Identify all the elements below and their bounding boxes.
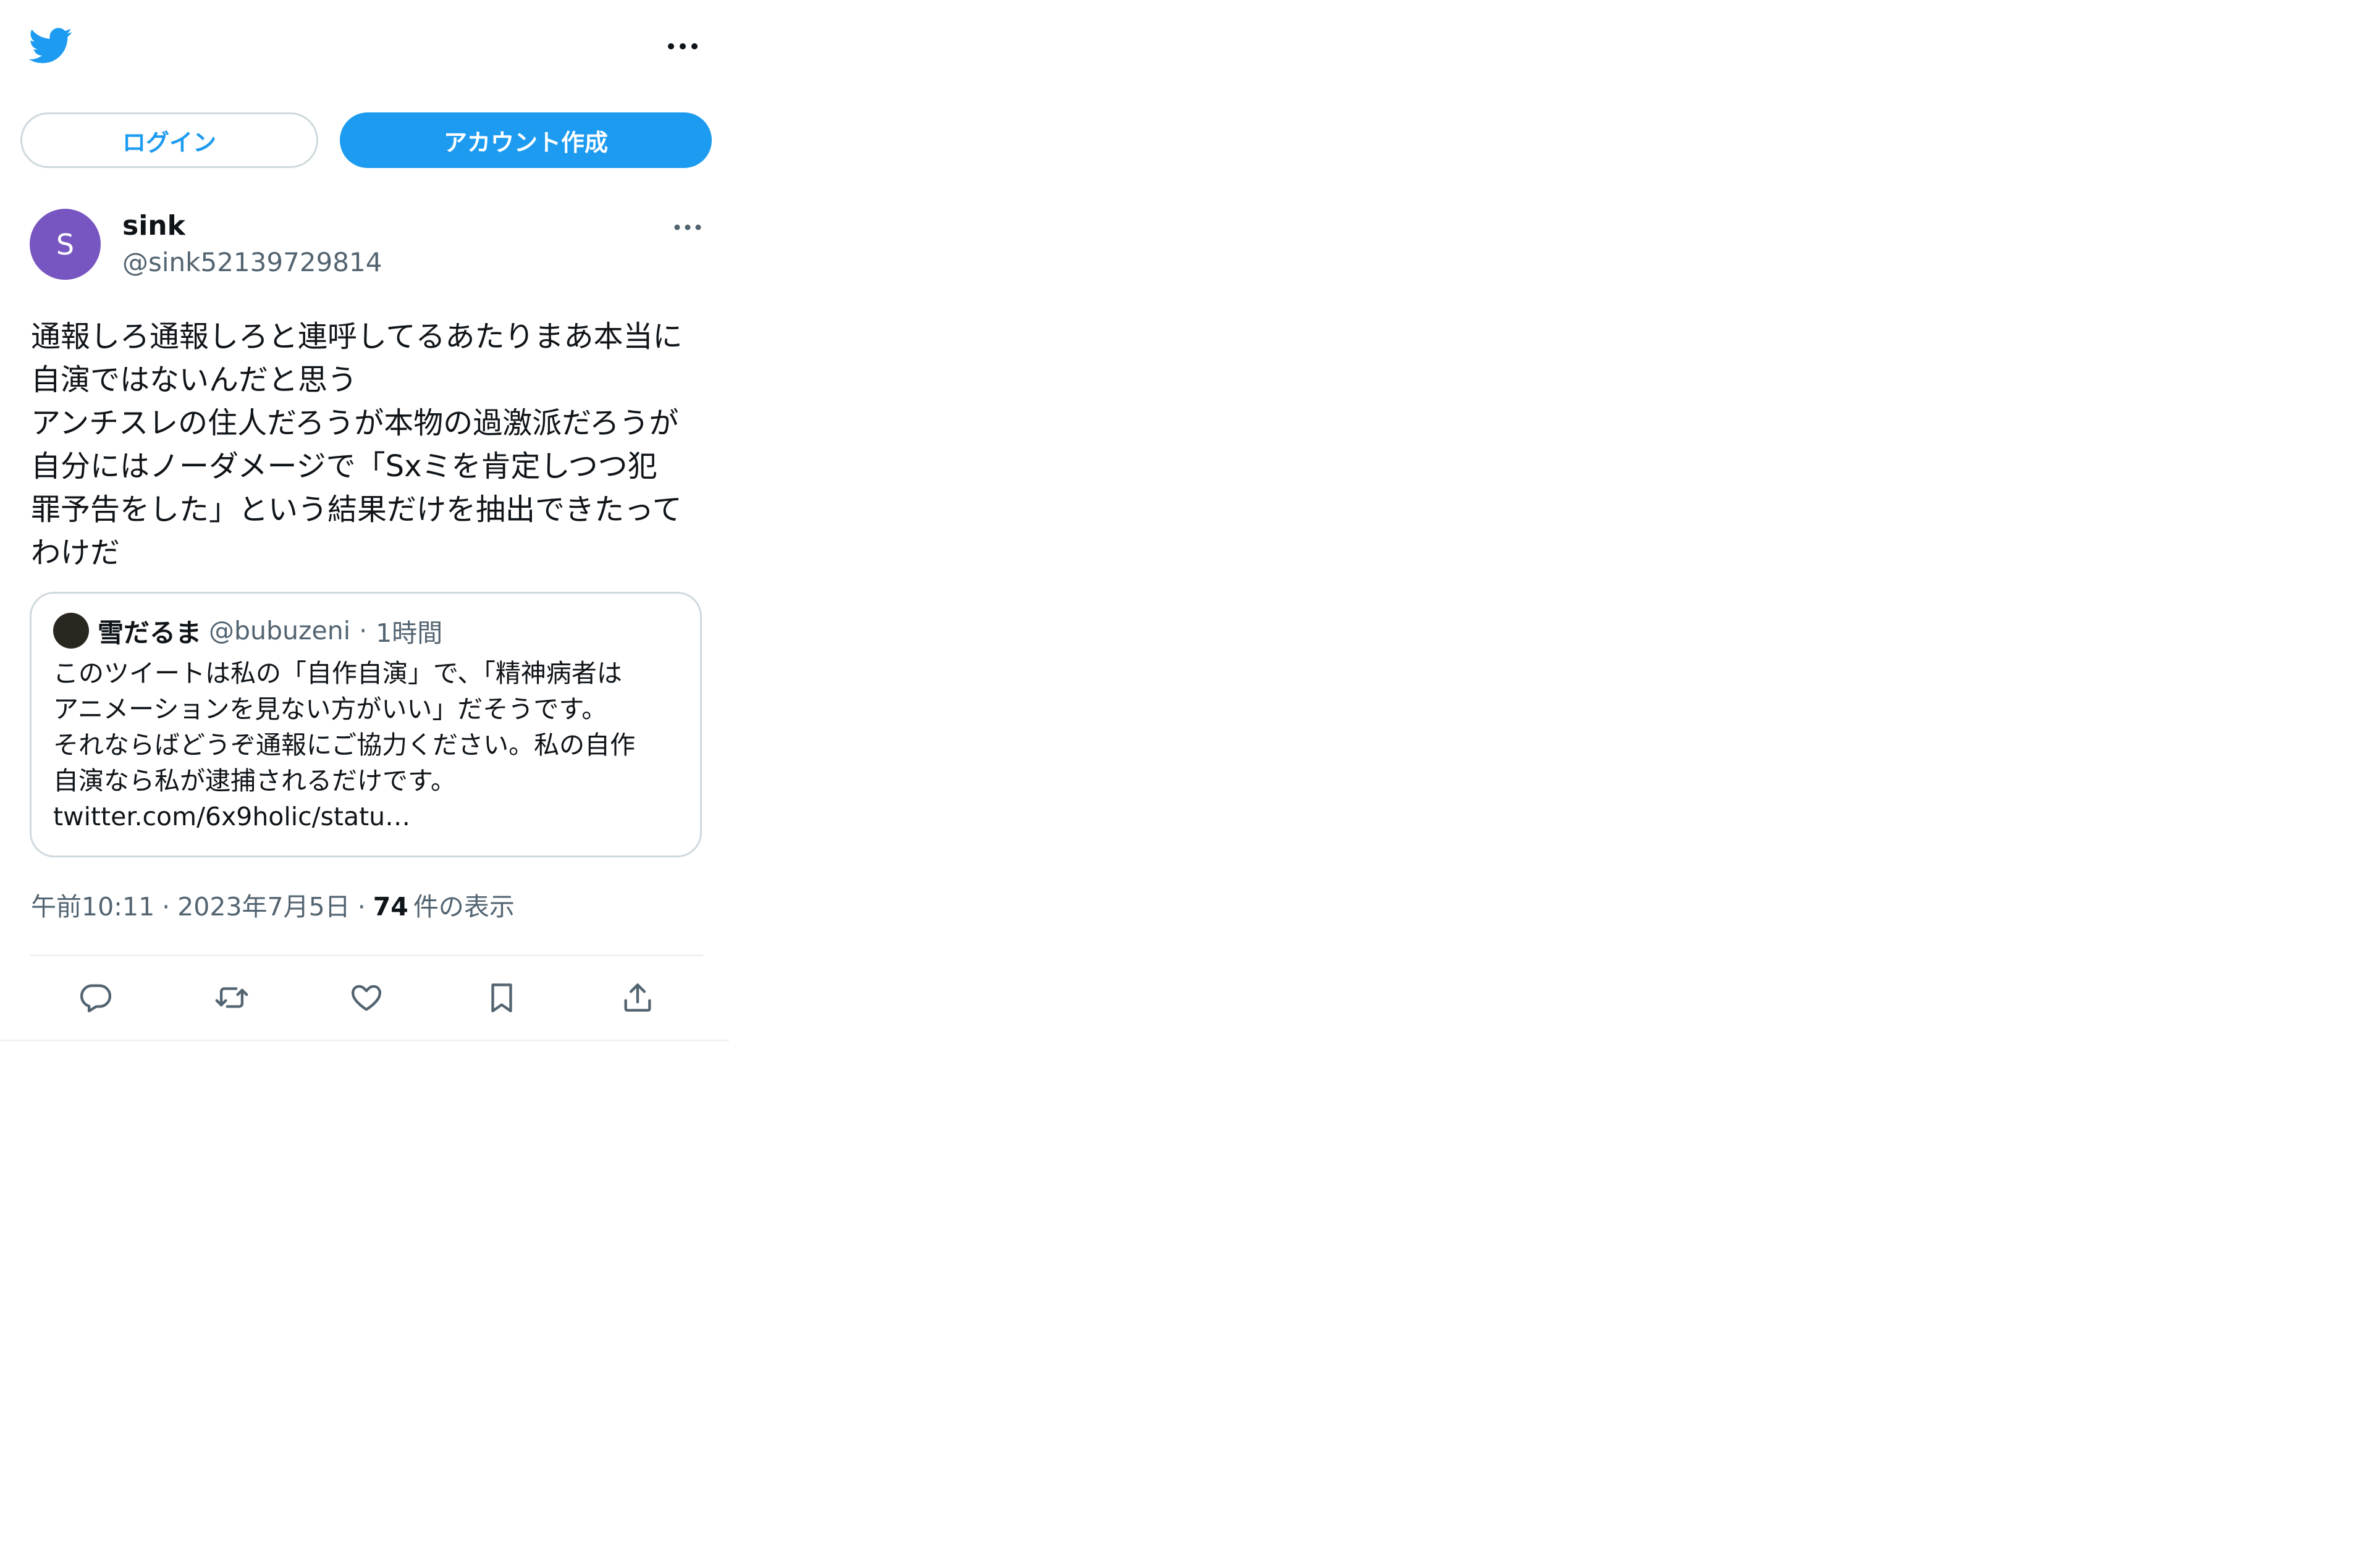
share-icon[interactable]: [616, 976, 659, 1019]
quoted-tweet-header: 雪だるま @bubuzeni · 1時間: [53, 612, 442, 649]
create-account-button[interactable]: アカウント作成: [340, 112, 712, 168]
view-label: 件の表示: [413, 892, 515, 922]
tweet-meta: 午前10:11 · 2023年7月5日 · 74 件の表示: [31, 888, 515, 925]
reply-icon[interactable]: [74, 976, 117, 1019]
meta-separator: ·: [357, 892, 366, 922]
twitter-bird-icon[interactable]: [28, 23, 74, 67]
tweet-more-icon[interactable]: [669, 215, 706, 240]
like-icon[interactable]: [345, 976, 388, 1019]
author-handle[interactable]: @sink52139729814: [122, 245, 382, 280]
page: ログイン アカウント作成 S sink @sink52139729814 通報し…: [0, 0, 2380, 1564]
avatar-letter: S: [56, 227, 75, 261]
tweet-embed: ログイン アカウント作成 S sink @sink52139729814 通報し…: [0, 0, 729, 1041]
tweet-text: 通報しろ通報しろと連呼してるあたりまあ本当に 自演ではないんだと思う アンチスレ…: [31, 319, 683, 570]
quoted-separator: ·: [359, 616, 368, 645]
login-button[interactable]: ログイン: [20, 112, 318, 168]
bookmark-icon[interactable]: [480, 976, 523, 1019]
quoted-author-name: 雪だるま: [98, 617, 202, 648]
tweet-time[interactable]: 午前10:11: [31, 892, 154, 922]
tweet-date[interactable]: 2023年7月5日: [177, 892, 350, 922]
quoted-author-handle: @bubuzeni: [209, 616, 351, 645]
divider: [30, 954, 703, 956]
divider: [0, 1040, 729, 1041]
retweet-icon[interactable]: [210, 976, 253, 1019]
avatar[interactable]: S: [30, 209, 101, 280]
quoted-tweet[interactable]: 雪だるま @bubuzeni · 1時間 このツイートは私の「自作自演」で、「精…: [30, 592, 702, 857]
quoted-tweet-text: このツイートは私の「自作自演」で、「精神病者は アニメーションを見ない方がいい」…: [53, 658, 636, 831]
author-name[interactable]: sink: [122, 208, 185, 245]
more-horizontal-icon[interactable]: [664, 34, 701, 59]
view-count: 74: [373, 892, 408, 922]
meta-separator: ·: [162, 892, 171, 922]
quoted-avatar: [53, 613, 89, 649]
quoted-time: 1時間: [376, 618, 443, 648]
